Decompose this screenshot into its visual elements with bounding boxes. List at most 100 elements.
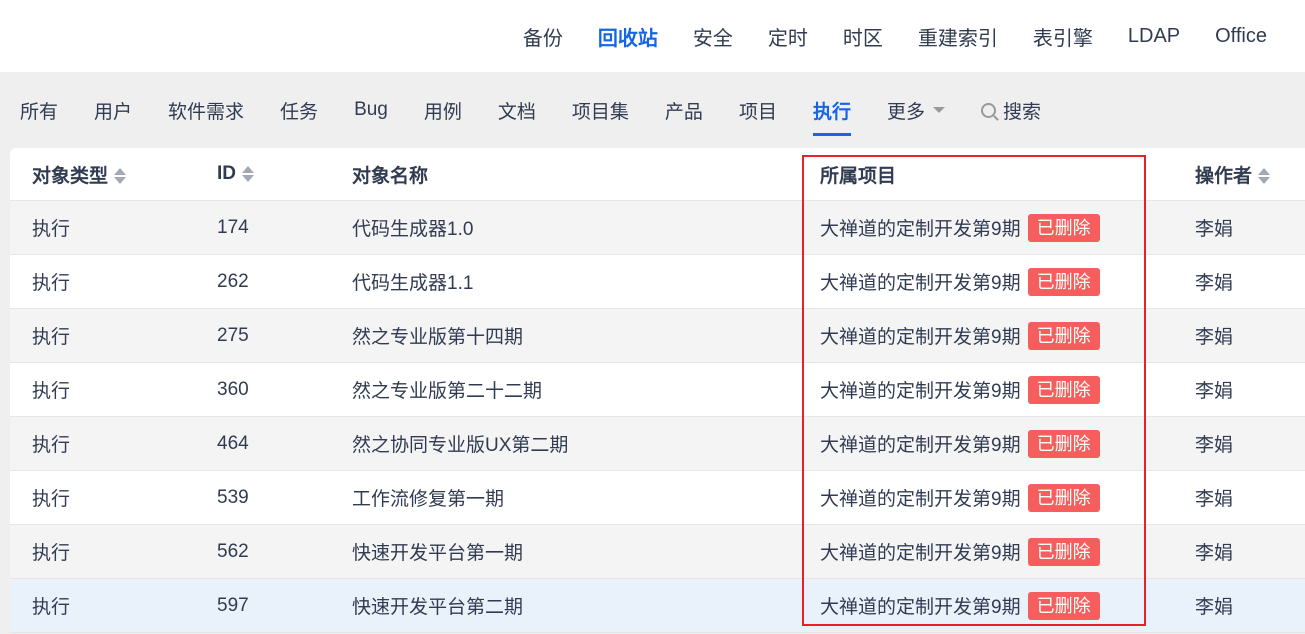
cell-actor: 李娟 xyxy=(1195,543,1234,564)
search-label: 搜索 xyxy=(1002,101,1041,123)
tab-7[interactable]: 项目集 xyxy=(572,97,629,124)
deleted-badge: 已删除 xyxy=(1027,429,1100,458)
project-name: 大禅道的定制开发第9期 xyxy=(820,597,1021,618)
topnav-item-7[interactable]: LDAP xyxy=(1128,25,1180,48)
cell-project: 大禅道的定制开发第9期 已删除 xyxy=(820,213,1100,242)
table-row[interactable]: 执行 275 然之专业版第十四期 大禅道的定制开发第9期 已删除 李娟 xyxy=(10,309,1305,363)
deleted-badge: 已删除 xyxy=(1027,321,1100,350)
header-actor[interactable]: 操作者 xyxy=(1195,161,1271,188)
table-row[interactable]: 执行 562 快速开发平台第一期 大禅道的定制开发第9期 已删除 李娟 xyxy=(10,525,1305,579)
tab-3[interactable]: 任务 xyxy=(280,97,318,124)
cell-actor: 李娟 xyxy=(1195,327,1234,348)
cell-project: 大禅道的定制开发第9期 已删除 xyxy=(820,429,1100,458)
sort-icon[interactable] xyxy=(1258,167,1271,185)
table-row[interactable]: 执行 539 工作流修复第一期 大禅道的定制开发第9期 已删除 李娟 xyxy=(10,471,1305,525)
header-id[interactable]: ID xyxy=(217,163,254,185)
cell-type: 执行 xyxy=(32,435,71,456)
tab-9[interactable]: 项目 xyxy=(739,97,777,124)
cell-id: 539 xyxy=(217,486,249,508)
cell-id: 464 xyxy=(217,432,249,454)
tab-6[interactable]: 文档 xyxy=(498,97,536,124)
cell-project: 大禅道的定制开发第9期 已删除 xyxy=(820,591,1100,620)
topnav-item-1[interactable]: 回收站 xyxy=(598,22,658,51)
object-type-tabs: 所有 用户 软件需求 任务 Bug 用例 文档 项目集 产品 项目 执行 更多 搜索 xyxy=(0,72,1305,148)
cell-name: 代码生成器1.0 xyxy=(352,219,474,240)
table-row[interactable]: 执行 597 快速开发平台第二期 大禅道的定制开发第9期 已删除 李娟 xyxy=(10,579,1305,633)
project-name: 大禅道的定制开发第9期 xyxy=(820,435,1021,456)
cell-actor: 李娟 xyxy=(1195,381,1234,402)
top-nav: 备份 回收站 安全 定时 时区 重建索引 表引擎 LDAP Office xyxy=(0,0,1305,72)
header-type[interactable]: 对象类型 xyxy=(32,161,127,188)
header-id-label: ID xyxy=(217,163,236,184)
header-name: 对象名称 xyxy=(352,165,429,187)
project-name: 大禅道的定制开发第9期 xyxy=(820,219,1021,240)
cell-name: 代码生成器1.1 xyxy=(352,273,474,294)
table-row[interactable]: 执行 174 代码生成器1.0 大禅道的定制开发第9期 已删除 李娟 xyxy=(10,201,1305,255)
project-name: 大禅道的定制开发第9期 xyxy=(820,327,1021,348)
cell-id: 562 xyxy=(217,540,249,562)
deleted-badge: 已删除 xyxy=(1027,213,1100,242)
tab-0[interactable]: 所有 xyxy=(20,97,58,124)
sort-icon[interactable] xyxy=(114,167,127,185)
recycle-bin-table: 对象类型 ID 对象名称 所属项目 操作者 执行 174 代码生成器1.0 大禅道的定… xyxy=(10,148,1305,633)
deleted-badge: 已删除 xyxy=(1027,591,1100,620)
cell-project: 大禅道的定制开发第9期 已删除 xyxy=(820,321,1100,350)
cell-project: 大禅道的定制开发第9期 已删除 xyxy=(820,483,1100,512)
tab-10[interactable]: 执行 xyxy=(812,97,851,136)
table-row[interactable]: 执行 464 然之协同专业版UX第二期 大禅道的定制开发第9期 已删除 李娟 xyxy=(10,417,1305,471)
cell-name: 然之专业版第十四期 xyxy=(352,327,524,348)
search-button[interactable]: 搜索 xyxy=(980,97,1041,124)
cell-type: 执行 xyxy=(32,543,71,564)
cell-name: 然之专业版第二十二期 xyxy=(352,381,543,402)
header-actor-label: 操作者 xyxy=(1195,165,1253,187)
cell-project: 大禅道的定制开发第9期 已删除 xyxy=(820,375,1100,404)
deleted-badge: 已删除 xyxy=(1027,267,1100,296)
topnav-item-2[interactable]: 安全 xyxy=(693,22,733,51)
cell-type: 执行 xyxy=(32,273,71,294)
cell-actor: 李娟 xyxy=(1195,219,1234,240)
tab-4[interactable]: Bug xyxy=(354,99,388,121)
search-icon xyxy=(980,102,996,118)
table-row[interactable]: 执行 360 然之专业版第二十二期 大禅道的定制开发第9期 已删除 李娟 xyxy=(10,363,1305,417)
tab-1[interactable]: 用户 xyxy=(94,97,132,124)
cell-actor: 李娟 xyxy=(1195,435,1234,456)
cell-project: 大禅道的定制开发第9期 已删除 xyxy=(820,537,1100,566)
cell-actor: 李娟 xyxy=(1195,273,1234,294)
tab-8[interactable]: 产品 xyxy=(665,97,703,124)
project-name: 大禅道的定制开发第9期 xyxy=(820,273,1021,294)
topnav-item-4[interactable]: 时区 xyxy=(843,22,883,51)
cell-name: 工作流修复第一期 xyxy=(352,489,505,510)
project-name: 大禅道的定制开发第9期 xyxy=(820,381,1021,402)
deleted-badge: 已删除 xyxy=(1027,537,1100,566)
cell-type: 执行 xyxy=(32,381,71,402)
cell-name: 快速开发平台第二期 xyxy=(352,597,524,618)
header-type-label: 对象类型 xyxy=(32,165,109,187)
cell-id: 174 xyxy=(217,216,249,238)
deleted-badge: 已删除 xyxy=(1027,375,1100,404)
more-dropdown[interactable]: 更多 xyxy=(887,97,945,124)
table-header: 对象类型 ID 对象名称 所属项目 操作者 xyxy=(10,148,1305,201)
topnav-item-0[interactable]: 备份 xyxy=(523,22,563,51)
topnav-item-5[interactable]: 重建索引 xyxy=(918,22,998,51)
cell-id: 360 xyxy=(217,378,249,400)
cell-actor: 李娟 xyxy=(1195,597,1234,618)
deleted-badge: 已删除 xyxy=(1027,483,1100,512)
header-project: 所属项目 xyxy=(820,165,897,187)
tab-2[interactable]: 软件需求 xyxy=(168,97,244,124)
topnav-item-6[interactable]: 表引擎 xyxy=(1033,22,1093,51)
sort-icon[interactable] xyxy=(242,165,254,183)
table-row[interactable]: 执行 262 代码生成器1.1 大禅道的定制开发第9期 已删除 李娟 xyxy=(10,255,1305,309)
cell-type: 执行 xyxy=(32,489,71,510)
cell-type: 执行 xyxy=(32,327,71,348)
cell-type: 执行 xyxy=(32,597,71,618)
topnav-item-8[interactable]: Office xyxy=(1215,25,1267,48)
cell-actor: 李娟 xyxy=(1195,489,1234,510)
tab-5[interactable]: 用例 xyxy=(424,97,462,124)
topnav-item-3[interactable]: 定时 xyxy=(768,22,808,51)
cell-id: 275 xyxy=(217,324,249,346)
cell-id: 597 xyxy=(217,594,249,616)
cell-name: 然之协同专业版UX第二期 xyxy=(352,435,569,456)
cell-type: 执行 xyxy=(32,219,71,240)
chevron-down-icon xyxy=(932,107,945,113)
more-label: 更多 xyxy=(886,101,925,123)
